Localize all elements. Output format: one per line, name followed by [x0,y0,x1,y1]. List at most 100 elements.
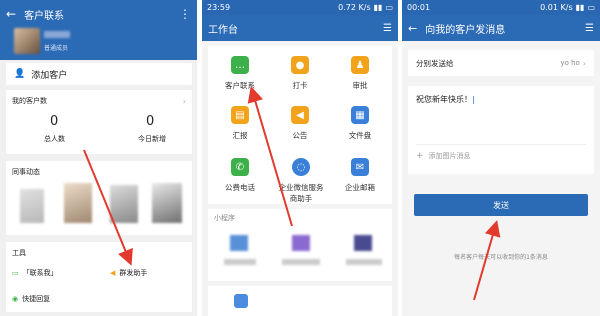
app-bar: ← 客户联系 ⋮ [0,0,197,28]
page-title: 工作台 [208,24,238,36]
battery-icon: ▭ [385,3,393,12]
app-customer-contact[interactable]: … 客户联系 [220,56,260,91]
signal-icon: ▮▮ [575,3,585,12]
app-label: 公费电话 [225,183,255,192]
app-bar: 工作台 ☰ [202,15,398,41]
add-customer-label: 添加客户 [31,70,68,81]
recipients-row[interactable]: 分别发送给 yo ho › [408,50,594,76]
mail-icon: ✉ [351,158,369,176]
tool-contact-me[interactable]: ▭ 「联系我」 [12,268,58,278]
app-label: 企业邮箱 [345,183,375,192]
status-bar: 00:01 0.01 K/s ▮▮ ▭ [402,0,600,15]
location-icon: ● [291,56,309,74]
tool-broadcast-assistant[interactable]: ◀ 群发助手 [110,268,147,278]
app-public-phone[interactable]: ✆ 公费电话 [220,158,260,193]
more-menu-icon[interactable]: ⋮ [179,7,191,21]
add-image-button[interactable]: + 添加图片消息 [408,145,594,167]
app-label: 企业微信服务 [278,183,324,192]
mini-programs-card: 小程序 [208,209,392,281]
tool-label: 群发助手 [119,269,148,277]
app-enterprise-mail[interactable]: ✉ 企业邮箱 [336,158,384,193]
daily-limit-note: 每名客户每天可以收到你的1条消息 [454,254,548,261]
mini-programs-title: 小程序 [214,214,235,222]
app-label-line2: 商助手 [289,194,313,203]
colleague-avatar[interactable] [152,183,182,223]
app-report[interactable]: ▤ 汇报 [220,106,260,141]
apps-grid: … 客户联系 ● 打卡 ♟ 审批 ▤ 汇报 ◀ 公告 ▦ 文件盘 ✆ 公费电话 … [208,46,392,204]
username-blurred [44,31,70,38]
send-message-screen: 00:01 0.01 K/s ▮▮ ▭ ← 向我的客户发消息 ☰ 分别发送给 yo … [402,0,600,316]
status-speed: 0.72 K/s [338,3,371,12]
plus-icon: + [416,151,424,161]
message-compose-card: 祝您新年快乐！| + 添加图片消息 [408,86,594,174]
chevron-right-icon: › [182,96,186,106]
app-checkin[interactable]: ● 打卡 [280,56,320,91]
message-input[interactable]: 祝您新年快乐！| [408,86,594,144]
send-button[interactable]: 发送 [414,194,588,216]
tool-quick-reply[interactable]: ◉ 快捷回复 [12,294,50,304]
member-role: 普通成员 [44,45,69,52]
file-drive-icon: ▦ [351,106,369,124]
app-bar: ← 向我的客户发消息 ☰ [402,15,600,41]
app-label: 公告 [292,131,308,140]
add-image-label: 添加图片消息 [428,152,471,160]
battery-icon: ▭ [587,3,595,12]
app-label: 客户联系 [225,81,255,90]
my-customers-title: 我的客户数 [12,97,47,105]
back-arrow-icon[interactable]: ← [6,7,16,21]
app-service-assistant[interactable]: ◌ 企业微信服务 商助手 [272,158,330,204]
service-chat-icon: ◌ [292,158,310,176]
megaphone-icon: ◀ [291,106,309,124]
quick-reply-icon: ◉ [12,295,19,303]
more-apps-icon[interactable] [234,294,248,308]
status-time: 00:01 [407,3,431,12]
stamp-icon: ♟ [351,56,369,74]
stat-total-value: 0 [50,114,59,129]
mini-program-icon[interactable] [292,235,310,251]
back-arrow-icon[interactable]: ← [408,22,417,35]
text-cursor: | [472,95,475,104]
my-customers-card[interactable]: 我的客户数 › 0 总人数 0 今日新增 [6,90,192,154]
message-text: 祝您新年快乐！ [416,95,472,104]
add-customer-button[interactable]: 👤 添加客户 [6,63,192,85]
tools-card: 工具 ▭ 「联系我」 ◀ 群发助手 ◉ 快捷回复 [6,242,192,312]
mini-program-icon[interactable] [230,235,248,251]
app-label: 审批 [352,81,368,90]
stat-today-label: 今日新增 [138,135,166,143]
signal-icon: ▮▮ [373,3,383,12]
app-announcement[interactable]: ◀ 公告 [280,106,320,141]
mini-program-icon[interactable] [354,235,372,251]
status-bar: 23:59 0.72 K/s ▮▮ ▭ [202,0,398,15]
app-label: 打卡 [292,81,308,90]
chevron-right-icon: › [582,58,586,68]
send-button-label: 发送 [493,200,509,210]
status-time: 23:59 [207,3,231,12]
app-approval[interactable]: ♟ 审批 [340,56,380,91]
colleague-avatar[interactable] [20,189,44,223]
more-apps-card [208,286,392,316]
stat-today-value: 0 [146,114,155,129]
stat-total-label: 总人数 [44,135,65,143]
profile-header: 普通成员 [0,28,197,60]
add-person-icon: 👤 [14,69,26,79]
chat-icon: … [231,56,249,74]
colleague-avatar[interactable] [110,185,138,223]
mini-program-label [282,259,320,265]
page-title: 客户联系 [24,10,65,22]
mini-program-label [346,259,382,265]
settings-icon[interactable]: ☰ [383,23,392,34]
menu-icon[interactable]: ☰ [585,23,594,34]
status-speed: 0.01 K/s [540,3,573,12]
colleague-activity-title: 同事动态 [12,168,40,176]
avatar[interactable] [14,28,40,54]
app-file-drive[interactable]: ▦ 文件盘 [340,106,380,141]
customer-contact-screen: ← 客户联系 ⋮ 普通成员 👤 添加客户 我的客户数 › 0 总人数 0 今日新… [0,0,197,316]
colleague-avatar[interactable] [64,183,92,223]
app-label: 文件盘 [348,131,372,140]
colleague-activity-card[interactable]: 同事动态 [6,161,192,235]
phone-icon: ✆ [231,158,249,176]
app-label: 汇报 [232,131,248,140]
contact-me-icon: ▭ [12,269,19,277]
mini-program-label [224,259,256,265]
send-to-label: 分别发送给 [416,58,454,68]
